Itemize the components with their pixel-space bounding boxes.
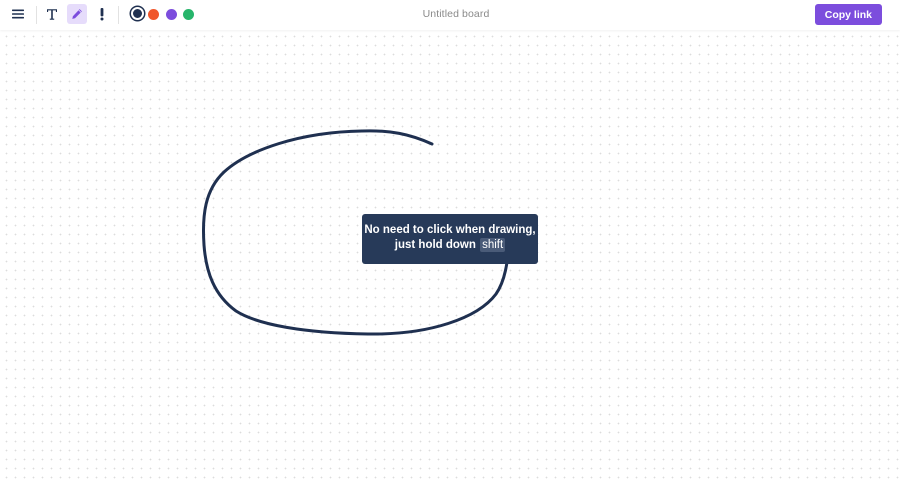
shift-key-badge: shift <box>480 238 506 252</box>
hint-line-2-text: just hold down <box>394 239 476 251</box>
hint-line-1: No need to click when drawing, <box>364 224 536 236</box>
drawing-hint-tooltip: No need to click when drawing, just hold… <box>362 214 538 264</box>
copy-link-button[interactable]: Copy link <box>814 4 882 25</box>
whiteboard-app: Untitled board Copy link No need to clic… <box>0 0 900 479</box>
hint-line-2: just hold down shift <box>362 238 538 253</box>
top-toolbar: Untitled board Copy link <box>0 0 900 30</box>
board-title[interactable]: Untitled board <box>0 8 900 20</box>
